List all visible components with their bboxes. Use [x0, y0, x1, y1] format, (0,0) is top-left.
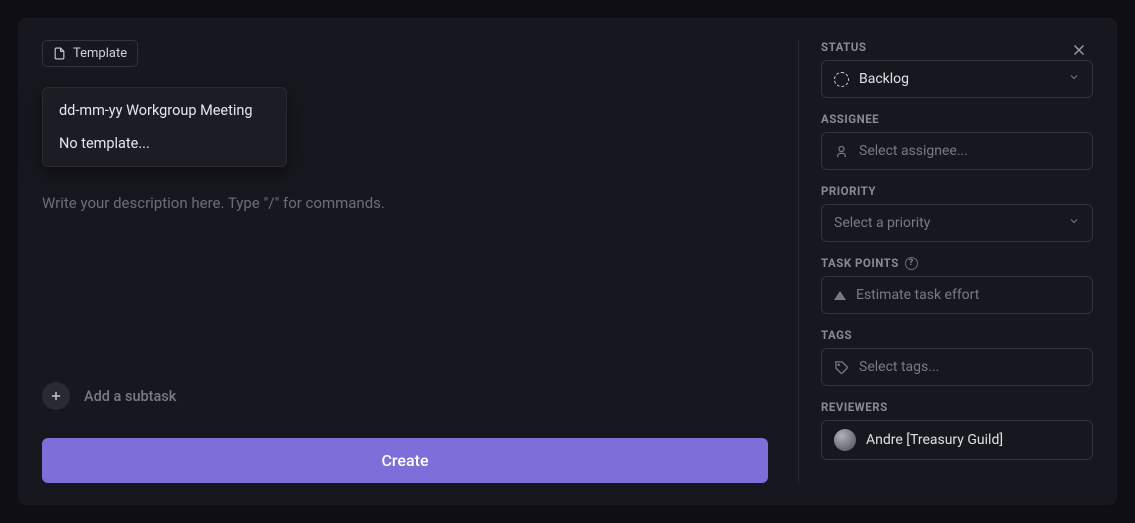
add-subtask-label: Add a subtask [84, 388, 176, 405]
create-button-label: Create [381, 451, 428, 470]
template-dropdown: dd-mm-yy Workgroup Meeting No template..… [42, 87, 287, 167]
template-option[interactable]: dd-mm-yy Workgroup Meeting [43, 94, 286, 127]
template-option-label: No template... [59, 135, 150, 152]
document-icon [53, 46, 66, 61]
create-task-modal: Template dd-mm-yy Workgroup Meeting No t… [18, 18, 1117, 505]
template-option-label: dd-mm-yy Workgroup Meeting [59, 102, 253, 119]
triangle-icon [834, 291, 846, 300]
assignee-label: ASSIGNEE [821, 112, 1093, 126]
reviewers-value: Andre [Treasury Guild] [866, 432, 1003, 448]
sidebar: STATUS Backlog ASSIGNEE Select assignee.… [798, 40, 1093, 483]
task-points-placeholder: Estimate task effort [856, 287, 979, 303]
avatar [834, 429, 856, 451]
status-value: Backlog [859, 71, 909, 87]
close-icon [1070, 41, 1088, 59]
task-points-label: TASK POINTS ? [821, 256, 1093, 270]
reviewers-field: REVIEWERS Andre [Treasury Guild] [821, 400, 1093, 460]
tags-placeholder: Select tags... [859, 359, 939, 375]
subtask-row: Add a subtask [42, 382, 768, 410]
status-select[interactable]: Backlog [821, 60, 1093, 98]
priority-placeholder: Select a priority [834, 215, 930, 231]
description-placeholder: Write your description here. Type "/" fo… [42, 194, 385, 212]
chevron-down-icon [1068, 215, 1080, 231]
assignee-select[interactable]: Select assignee... [821, 132, 1093, 170]
description-input[interactable]: Write your description here. Type "/" fo… [42, 194, 768, 212]
template-button[interactable]: Template [42, 40, 138, 67]
status-field: STATUS Backlog [821, 40, 1093, 98]
status-dot-icon [834, 72, 849, 87]
tags-field: TAGS Select tags... [821, 328, 1093, 386]
create-button[interactable]: Create [42, 438, 768, 483]
template-button-label: Template [73, 46, 127, 61]
plus-icon [49, 389, 63, 403]
assignee-placeholder: Select assignee... [859, 143, 968, 159]
task-points-input[interactable]: Estimate task effort [821, 276, 1093, 314]
tags-label: TAGS [821, 328, 1093, 342]
main-column: Template dd-mm-yy Workgroup Meeting No t… [42, 40, 798, 483]
priority-label: PRIORITY [821, 184, 1093, 198]
reviewers-label: REVIEWERS [821, 400, 1093, 414]
chevron-down-icon [1068, 71, 1080, 87]
task-points-label-text: TASK POINTS [821, 256, 899, 270]
help-icon[interactable]: ? [905, 257, 918, 270]
reviewers-select[interactable]: Andre [Treasury Guild] [821, 420, 1093, 460]
template-option-none[interactable]: No template... [43, 127, 286, 160]
status-label: STATUS [821, 40, 1093, 54]
priority-field: PRIORITY Select a priority [821, 184, 1093, 242]
tags-select[interactable]: Select tags... [821, 348, 1093, 386]
tag-icon [834, 360, 849, 375]
add-subtask-button[interactable] [42, 382, 70, 410]
task-points-field: TASK POINTS ? Estimate task effort [821, 256, 1093, 314]
person-icon [834, 144, 849, 159]
priority-select[interactable]: Select a priority [821, 204, 1093, 242]
assignee-field: ASSIGNEE Select assignee... [821, 112, 1093, 170]
